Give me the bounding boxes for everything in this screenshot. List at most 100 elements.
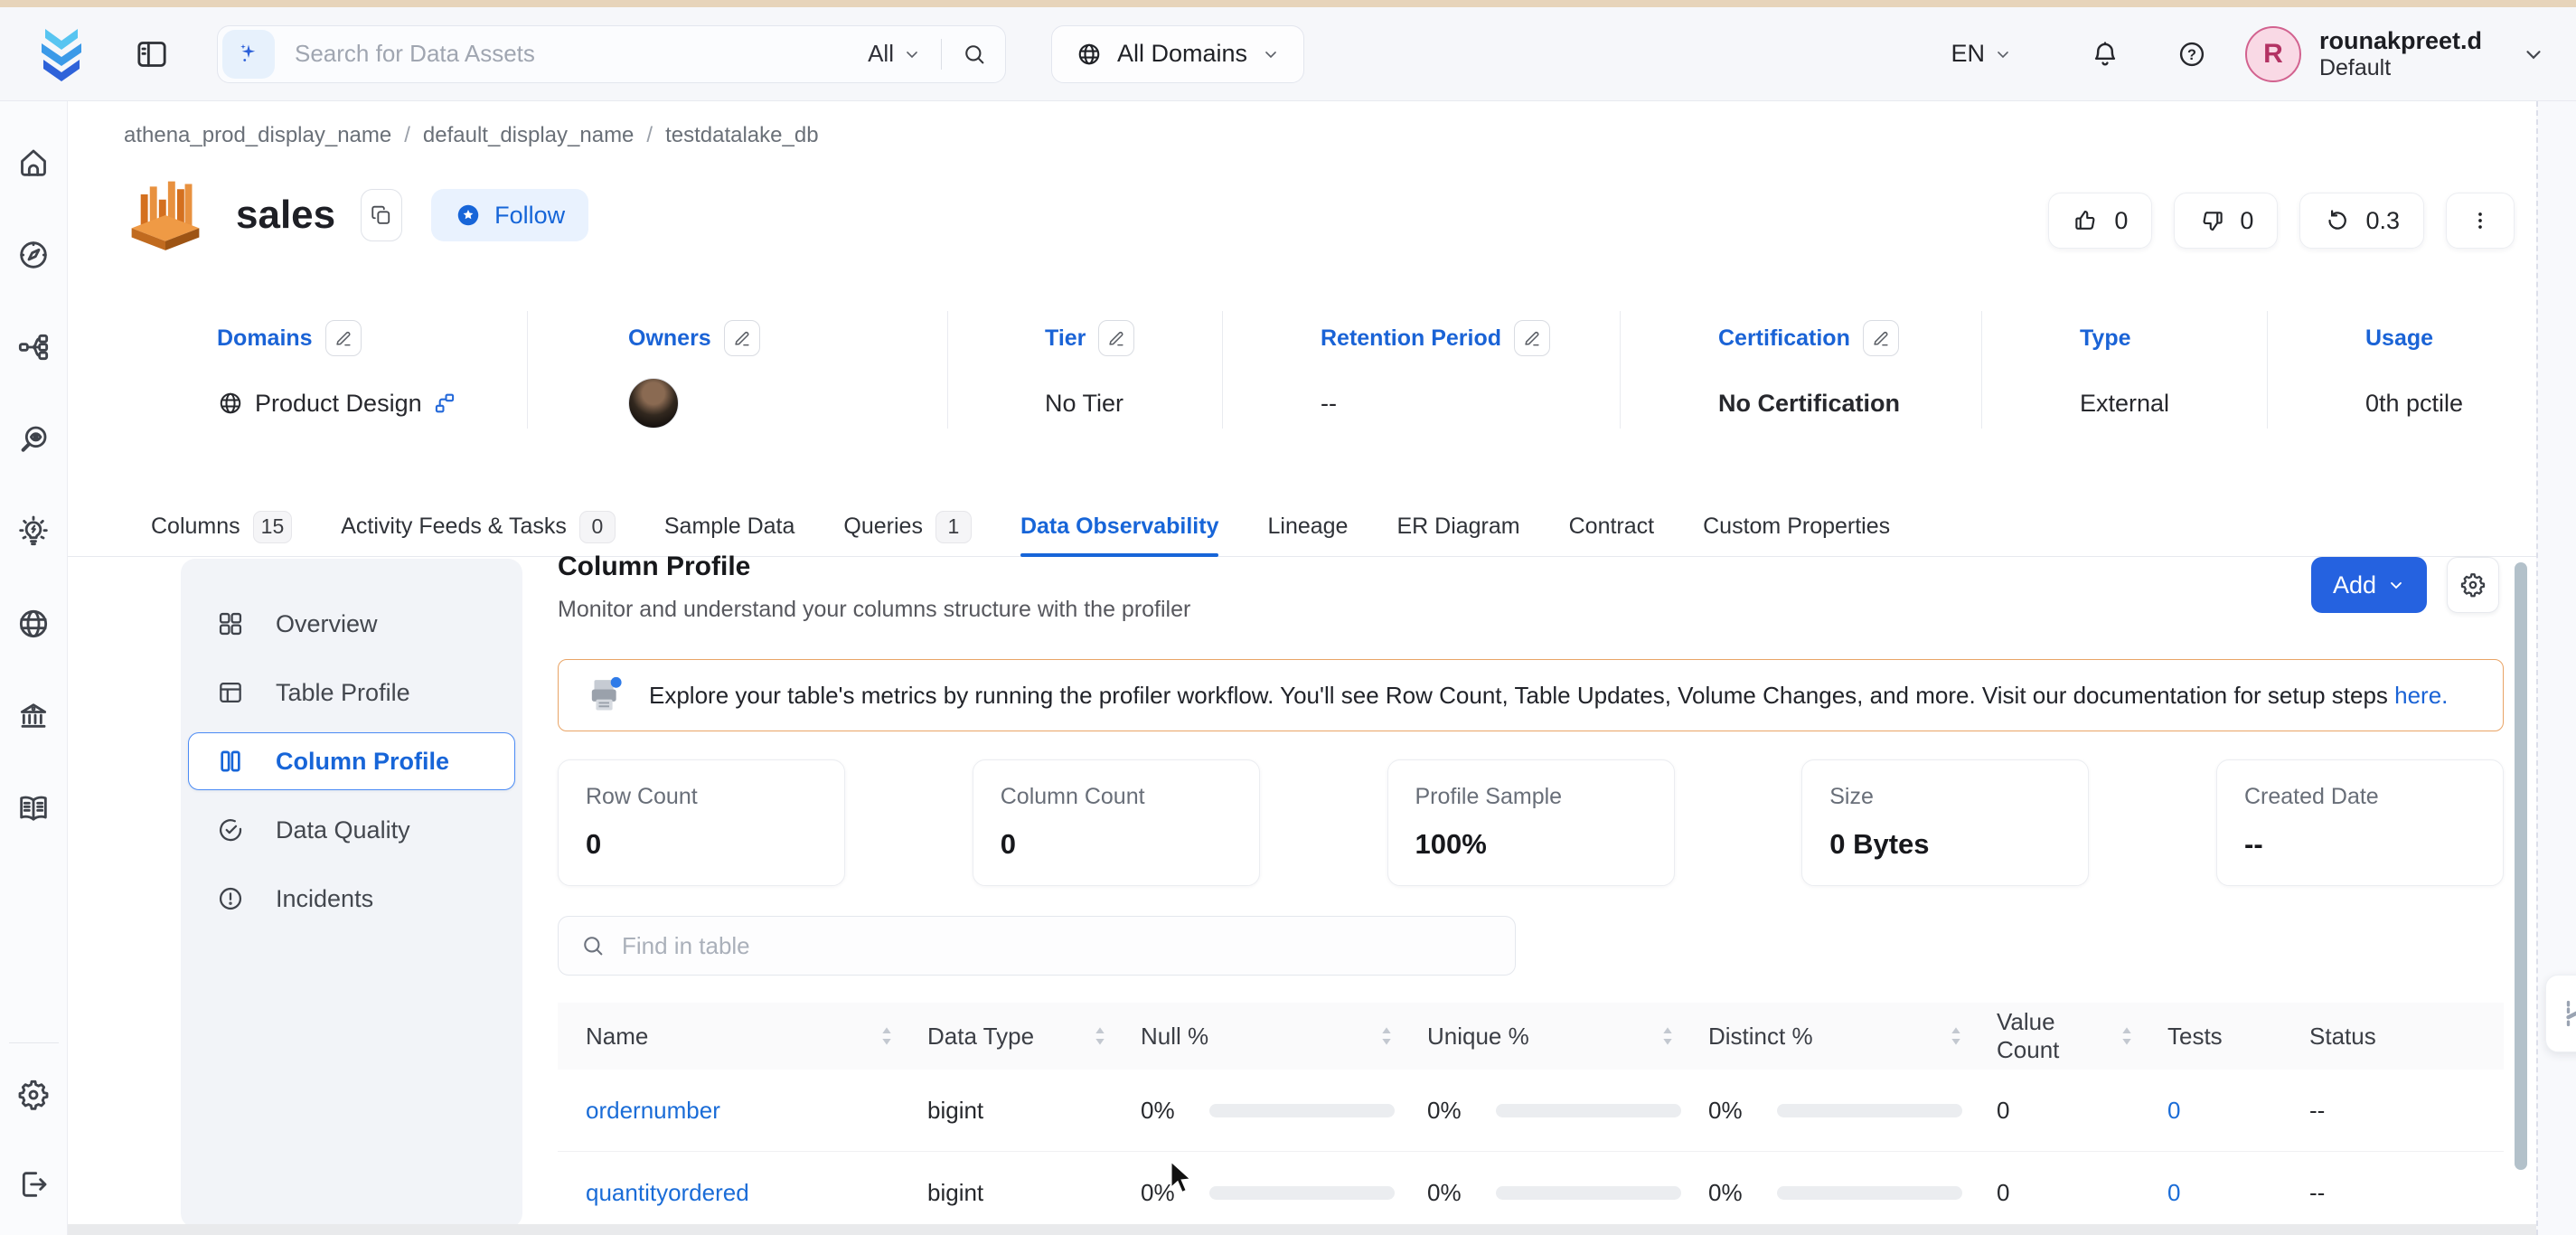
sort-icon[interactable] [880,1026,893,1046]
sidebar-toggle-icon[interactable] [134,36,170,72]
sort-icon[interactable] [2120,1026,2133,1046]
copy-icon[interactable] [361,189,403,241]
entity-tab[interactable]: Sample Data [664,497,795,557]
profiler-settings-button[interactable] [2447,557,2499,613]
sort-icon[interactable] [1661,1026,1674,1046]
all-domains-button[interactable]: All Domains [1051,24,1305,83]
horizontal-scrollbar-track[interactable] [68,1224,2536,1235]
search-input[interactable] [295,40,869,68]
metadata-label[interactable]: Type [2080,325,2131,352]
breadcrumb-item[interactable]: testdatalake_db [665,123,818,147]
table-column-header[interactable]: Unique % [1416,1023,1697,1051]
entity-tab[interactable]: ER Diagram [1396,497,1519,557]
table-column-header[interactable]: Value Count [1986,1008,2157,1064]
metadata-label[interactable]: Certification [1718,325,1850,352]
app-logo-icon[interactable] [33,27,90,81]
entity-tab[interactable]: Contract [1569,497,1654,557]
edit-icon[interactable] [1514,320,1551,356]
metadata-value: External [2080,389,2170,417]
follow-button[interactable]: Follow [431,189,589,241]
vertical-scrollbar-thumb[interactable] [2515,562,2527,1170]
profile-nav-overview[interactable]: Overview [188,595,515,653]
metadata-label[interactable]: Owners [628,325,711,352]
metadata-field: Certification No Certification [1620,311,1981,429]
search-icon[interactable] [962,42,987,67]
table-column-header[interactable]: Null % [1130,1023,1416,1051]
breadcrumb-item[interactable]: default_display_name [423,123,635,147]
user-menu[interactable]: R rounakpreet.d Default [2244,25,2545,82]
metadata-label[interactable]: Domains [217,325,313,352]
edit-icon[interactable] [324,320,362,356]
breadcrumb-item[interactable]: athena_prod_display_name [124,123,391,147]
insights-icon[interactable] [15,514,52,550]
data-flow-icon[interactable] [15,329,52,365]
metadata-label[interactable]: Usage [2365,325,2433,352]
entity-tab[interactable]: Custom Properties [1703,497,1890,557]
version-button[interactable]: 0.3 [2299,193,2424,249]
explore-icon[interactable] [15,237,52,273]
table-column-header[interactable]: Name [558,1023,917,1051]
upvote-button[interactable]: 0 [2048,193,2153,249]
find-in-table-input[interactable] [622,931,1493,960]
breadcrumb-separator: / [404,123,410,147]
global-search-bar[interactable]: All [217,24,1006,83]
table-column-header[interactable]: Status [2299,1023,2504,1051]
tab-label: Sample Data [663,514,795,539]
tab-label: ER Diagram [1396,514,1520,539]
govern-icon[interactable] [15,698,52,734]
tests-link[interactable]: 0 [2167,1179,2180,1207]
add-button[interactable]: Add [2311,557,2427,613]
entity-tab[interactable]: Data Observability [1020,497,1218,557]
column-name-link[interactable]: ordernumber [586,1097,720,1125]
entity-tab[interactable]: Activity Feeds & Tasks 0 [341,497,616,557]
home-icon[interactable] [15,145,52,181]
distinct-pct-cell: 0% [1697,1179,1986,1207]
profile-nav-data-quality[interactable]: Data Quality [188,801,515,859]
logout-icon[interactable] [15,1166,52,1202]
table-column-header[interactable]: Tests [2157,1023,2299,1051]
breadcrumb: athena_prod_display_name / default_display… [124,123,819,148]
profile-nav-incidents[interactable]: Incidents [188,870,515,928]
language-select[interactable]: EN [1951,40,2012,68]
entity-tab[interactable]: Queries 1 [843,497,972,557]
table-column-header[interactable]: Distinct % [1697,1023,1986,1051]
settings-icon[interactable] [15,1077,52,1113]
more-options-button[interactable] [2446,193,2515,249]
entity-tab[interactable]: Lineage [1267,497,1348,557]
metadata-value: 0th pctile [2365,389,2464,417]
search-scope-select[interactable]: All [868,40,921,68]
breadcrumb-separator: / [646,123,653,147]
column-profile-table: Name Data Type Null % Unique % Distinct … [558,1003,2504,1234]
question-circle-icon: ? [2179,42,2205,66]
top-navbar: All All Domains EN ? R [0,7,2576,101]
profile-nav-label: Incidents [276,884,374,912]
table-column-header[interactable]: Data Type [917,1023,1130,1051]
find-in-table-bar[interactable] [558,916,1516,976]
banner-docs-link[interactable]: here. [2394,682,2448,709]
domain-name[interactable]: Product Design [255,390,422,418]
help-button[interactable]: ? [2176,39,2207,70]
edit-icon[interactable] [1098,320,1135,356]
value-count-cell: 0 [1997,1096,2010,1124]
column-name-link[interactable]: quantityordered [586,1179,749,1207]
metadata-label[interactable]: Tier [1045,325,1086,352]
domains-icon[interactable] [15,606,52,642]
profiler-banner: Explore your table's metrics by running … [558,659,2504,731]
downvote-button[interactable]: 0 [2174,193,2279,249]
sort-icon[interactable] [1950,1026,1962,1046]
profile-nav-column-profile[interactable]: Column Profile [188,732,515,790]
entity-tab[interactable]: Columns 15 [151,497,293,557]
tests-link[interactable]: 0 [2167,1097,2180,1125]
profile-nav-table-profile[interactable]: Table Profile [188,664,515,721]
add-label: Add [2332,570,2377,599]
sort-icon[interactable] [1380,1026,1393,1046]
expand-panel-handle[interactable] [2545,975,2576,1052]
notifications-button[interactable] [2090,39,2120,70]
metadata-label[interactable]: Retention Period [1321,325,1501,352]
observability-icon[interactable] [15,421,52,457]
owner-avatar[interactable] [628,378,679,429]
sort-icon[interactable] [1094,1026,1106,1046]
edit-icon[interactable] [1862,320,1899,356]
edit-icon[interactable] [723,320,760,356]
glossary-icon[interactable] [15,790,52,826]
